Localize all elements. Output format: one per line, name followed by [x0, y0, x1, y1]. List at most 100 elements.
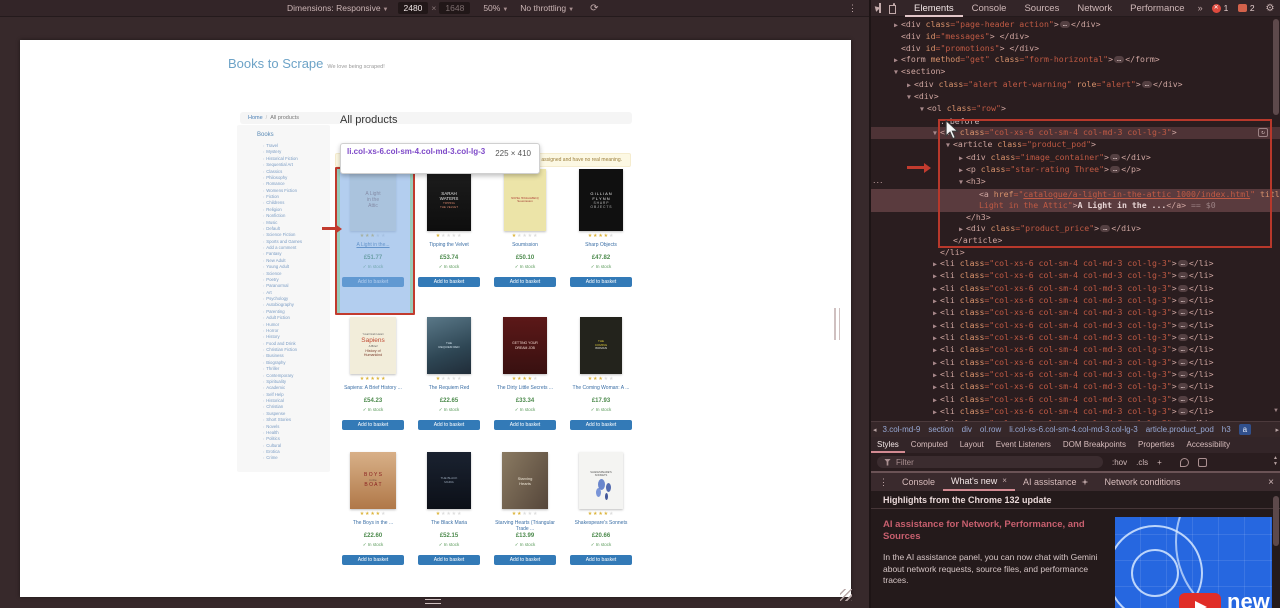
dom-crumb[interactable]: section [928, 425, 953, 434]
site-title-link[interactable]: Books to ScrapeWe love being scraped! [228, 56, 385, 71]
devtools-tab-performance[interactable]: Performance [1121, 0, 1193, 17]
styles-tab-properties[interactable]: Properties [1132, 437, 1180, 453]
viewport-width-resize-handle[interactable] [834, 308, 840, 340]
expand-inline-icon[interactable]: … [1178, 408, 1188, 415]
category-link[interactable]: Crime [263, 455, 330, 461]
dom-crumb[interactable]: li.col-xs-6.col-sm-4.col-md-3.col-lg-3 [1009, 425, 1137, 434]
expand-arrow-icon[interactable]: ▶ [930, 358, 940, 369]
product-title-link[interactable]: The Dirty Little Secrets ... [489, 385, 561, 397]
add-to-basket-button[interactable]: Add to basket [570, 555, 632, 565]
tree-node[interactable]: ▶<li class="col-xs-6 col-sm-4 col-md-3 c… [871, 344, 1280, 356]
devtools-tab-console[interactable]: Console [963, 0, 1016, 17]
product-title-link[interactable]: Soumission [489, 242, 561, 254]
product-title-link[interactable]: The Coming Woman: A ... [565, 385, 637, 397]
book-cover[interactable]: StarvingHearts [502, 452, 548, 509]
rendering-emulation-icon[interactable] [1180, 458, 1189, 467]
book-cover[interactable]: Yuval Noah HarariSapiensA BriefHistory o… [350, 317, 396, 374]
styles-tab-styles[interactable]: Styles [871, 437, 905, 453]
book-cover[interactable]: THEREQUIEM RED [427, 317, 471, 374]
article-title-link[interactable]: AI assistance for Network, Performance, … [883, 519, 1111, 543]
device-toolbar-toggle-icon[interactable] [893, 3, 895, 13]
tree-node[interactable]: ▶<form method="get" class="form-horizont… [871, 54, 1280, 66]
expand-arrow-icon[interactable]: ▶ [930, 284, 940, 295]
inspect-element-icon[interactable] [879, 3, 881, 13]
expand-arrow-icon[interactable]: ▶ [904, 80, 914, 91]
expand-inline-icon[interactable]: … [1178, 346, 1188, 353]
product-title-link[interactable]: The Requiem Red [413, 385, 485, 397]
collapse-arrow-icon[interactable]: ▼ [891, 67, 901, 78]
product-title-link[interactable]: Sapiens: A Brief History ... [337, 385, 409, 397]
breadcrumb-home-link[interactable]: Home [248, 115, 263, 121]
expand-arrow-icon[interactable]: ▶ [930, 333, 940, 344]
viewport-height-resize-handle[interactable] [425, 599, 441, 604]
add-to-basket-button[interactable]: Add to basket [570, 420, 632, 430]
drawer-tab-what-s-new[interactable]: What's new× [943, 473, 1015, 491]
gear-icon[interactable]: ⚙ [1266, 3, 1275, 14]
dimensions-select[interactable]: Dimensions: Responsive▼ [287, 3, 389, 13]
add-to-basket-button[interactable]: Add to basket [494, 277, 556, 287]
drawer-menu-icon[interactable]: ⋮ [879, 477, 888, 488]
throttling-select[interactable]: No throttling▼ [520, 3, 574, 13]
drawer-scrollbar[interactable] [1273, 496, 1279, 546]
tree-node[interactable]: ▶<li class="col-xs-6 col-sm-4 col-md-3 c… [871, 357, 1280, 369]
product-title-link[interactable]: The Black Maria [413, 520, 485, 532]
book-cover[interactable]: THECOMINGWOMAN [580, 317, 622, 374]
scrollbar-down-arrow-icon[interactable]: ▼ [1273, 408, 1279, 414]
add-to-basket-button[interactable]: Add to basket [570, 277, 632, 287]
expand-inline-icon[interactable]: … [1178, 371, 1188, 378]
expand-arrow-icon[interactable]: ▶ [930, 308, 940, 319]
product-title-link[interactable]: Sharp Objects [565, 242, 637, 254]
computed-sidebar-toggle-icon[interactable] [1198, 458, 1207, 467]
expand-arrow-icon[interactable]: ▶ [891, 20, 901, 31]
expand-arrow-icon[interactable]: ▶ [930, 259, 940, 270]
book-cover[interactable]: GETTING YOURDREAM JOB [503, 317, 547, 374]
expand-inline-icon[interactable]: … [1178, 297, 1188, 304]
expand-arrow-icon[interactable]: ▶ [930, 382, 940, 393]
tree-node[interactable]: </li> [871, 247, 1280, 258]
expand-inline-icon[interactable]: … [1142, 81, 1152, 88]
tree-node[interactable]: ▶<li class="col-xs-6 col-sm-4 col-md-3 c… [871, 320, 1280, 332]
add-to-basket-button[interactable]: Add to basket [342, 555, 404, 565]
tree-node[interactable]: ▶<li class="col-xs-6 col-sm-4 col-md-3 c… [871, 283, 1280, 295]
tree-node[interactable]: ▶<li class="col-xs-6 col-sm-4 col-md-3 c… [871, 270, 1280, 282]
zoom-select[interactable]: 50%▼ [483, 3, 508, 13]
rotate-icon[interactable]: ⟳ [590, 3, 598, 14]
product-title-link[interactable]: Starving Hearts (Triangular Trade ... [489, 520, 561, 532]
tree-node[interactable]: ▶<li class="col-xs-6 col-sm-4 col-md-3 c… [871, 406, 1280, 418]
devtools-tab-sources[interactable]: Sources [1015, 0, 1068, 17]
tree-node[interactable]: ▼<div> [871, 91, 1280, 103]
styles-tab-dom-breakpoints[interactable]: DOM Breakpoints [1057, 437, 1132, 453]
expand-inline-icon[interactable]: … [1060, 21, 1070, 28]
elements-scrollbar[interactable] [1273, 19, 1279, 115]
add-to-basket-button[interactable]: Add to basket [342, 420, 404, 430]
collapse-arrow-icon[interactable]: ▼ [917, 104, 927, 115]
expand-arrow-icon[interactable]: ▶ [930, 296, 940, 307]
book-cover[interactable]: B O Y Sin theB O A T [350, 452, 396, 509]
tree-node[interactable]: ▶<div class="alert alert-warning" role="… [871, 79, 1280, 91]
product-title-link[interactable]: Shakespeare's Sonnets [565, 520, 637, 532]
viewport-corner-resize-handle[interactable] [840, 589, 852, 601]
expand-inline-icon[interactable]: … [1114, 56, 1124, 63]
issues-badge[interactable]: 2 [1238, 3, 1254, 13]
tree-node[interactable]: ▼<ol class="row"> [871, 103, 1280, 115]
expand-inline-icon[interactable]: … [1178, 359, 1188, 366]
expand-arrow-icon[interactable]: ▶ [930, 407, 940, 418]
product-title-link[interactable]: The Boys in the ... [337, 520, 409, 532]
expand-inline-icon[interactable]: … [1178, 322, 1188, 329]
device-toolbar-menu-icon[interactable]: ⋮ [848, 3, 857, 14]
expand-arrow-icon[interactable]: ▶ [930, 370, 940, 381]
crumb-scroll-left-icon[interactable]: ◂ [873, 426, 877, 434]
drawer-close-icon[interactable]: × [1268, 477, 1274, 488]
tree-node[interactable]: ▶<li class="col-xs-6 col-sm-4 col-md-3 c… [871, 258, 1280, 270]
collapse-arrow-icon[interactable]: ▼ [904, 92, 914, 103]
styles-tab-event-listeners[interactable]: Event Listeners [990, 437, 1057, 453]
add-to-basket-button[interactable]: Add to basket [418, 420, 480, 430]
tree-node[interactable]: ▶<div class="page-header action">…</div> [871, 19, 1280, 31]
expand-arrow-icon[interactable]: ▶ [930, 321, 940, 332]
close-icon[interactable]: × [1002, 472, 1007, 490]
expand-arrow-icon[interactable]: ▶ [930, 395, 940, 406]
add-to-basket-button[interactable]: Add to basket [494, 420, 556, 430]
expand-inline-icon[interactable]: … [1178, 396, 1188, 403]
expand-inline-icon[interactable]: … [1178, 383, 1188, 390]
tree-node[interactable]: ▶<li class="col-xs-6 col-sm-4 col-md-3 c… [871, 295, 1280, 307]
